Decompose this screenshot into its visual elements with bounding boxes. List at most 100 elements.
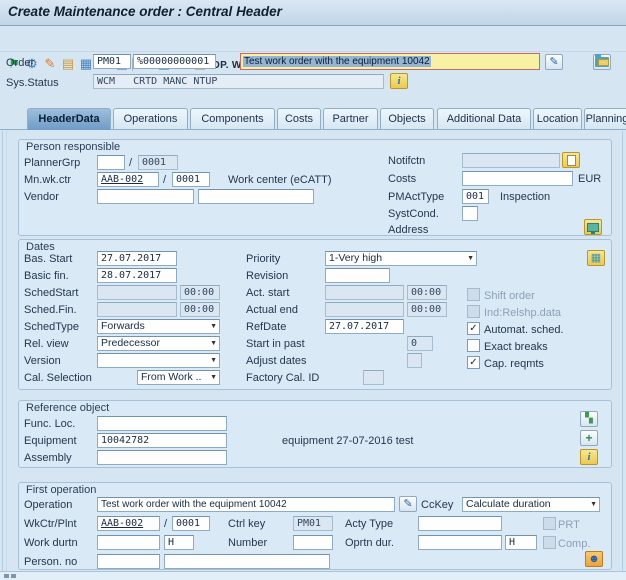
person-no-name-input[interactable] [164,554,330,569]
pm-act-type-label: PMActType [388,191,444,203]
vendor-input[interactable] [97,189,194,204]
cc-key-label: CcKey [421,499,453,511]
work-duration-input[interactable] [97,535,160,550]
sched-type-value: Forwards [101,320,145,332]
calculator-icon[interactable]: ▦ [78,56,94,72]
edit-longtext-button[interactable]: ✎ [545,54,563,70]
op-work-center-input[interactable]: AAB-002 [97,516,160,531]
dropdown-arrow-icon: ▼ [210,374,217,382]
order-description-field[interactable]: Test work order with the equipment 10042 [240,53,540,70]
costs-label: Costs [388,173,416,185]
sched-start-time-input[interactable]: 00:00 [180,285,220,300]
cc-key-select[interactable]: Calculate duration ▼ [462,497,600,512]
ref-date-input[interactable]: 27.07.2017 [325,319,404,334]
status-info-icon: i [397,76,400,86]
main-work-center-input[interactable]: AAB-002 [97,172,159,187]
planner-grp-group-field[interactable]: 0001 [138,155,178,170]
equipment-label: Equipment [24,435,77,447]
work-duration-unit-input[interactable]: H [164,535,194,550]
new-document-icon [567,155,576,166]
revision-input[interactable] [325,268,390,283]
cal-selection-label: Cal. Selection [24,372,92,384]
order-label: Order [6,57,34,69]
bottom-strip [0,571,626,580]
notification-input[interactable] [462,153,560,168]
priority-select[interactable]: 1-Very high ▼ [325,251,477,266]
cal-selection-select[interactable]: From Work .. ▼ [137,370,220,385]
prt-label: PRT [558,519,580,531]
equipment-info-button[interactable]: i [580,449,598,465]
sched-finish-input[interactable] [97,302,177,317]
tab-objects[interactable]: Objects [380,108,434,129]
actual-end-input[interactable] [325,302,404,317]
separator-slash: / [129,157,132,169]
costs-input[interactable] [462,171,573,186]
hr-person-icon: ☻ [588,554,600,564]
shift-order-checkbox[interactable] [467,288,480,301]
rel-view-select[interactable]: Predecessor ▼ [97,336,220,351]
prt-checkbox[interactable] [543,517,556,530]
tab-components[interactable]: Components [190,108,275,129]
application-toolbar: ⚑ ⚙ ✎ ▤ ▦ ⚙ ◧ ✦ ▣ ✎ ▤ OP. WORK PERMITS [0,26,626,52]
tab-operations[interactable]: Operations [113,108,188,129]
oprtn-dur-unit-input[interactable]: H [505,535,537,550]
vendor-name-input[interactable] [198,189,314,204]
work-center-description: Work center (eCATT) [228,174,332,186]
calendar-button[interactable]: ▦ [587,250,605,266]
automat-sched-checkbox[interactable] [467,322,480,335]
oprtn-dur-input[interactable] [418,535,502,550]
schedule-pencil-icon[interactable]: ✎ [42,56,58,72]
actual-start-time-input[interactable]: 00:00 [407,285,447,300]
exact-breaks-checkbox[interactable] [467,339,480,352]
tab-headerdata[interactable]: HeaderData [27,108,111,130]
acty-type-input[interactable] [418,516,502,531]
structure-button[interactable]: + [580,430,598,446]
operation-input[interactable]: Test work order with the equipment 10042 [97,497,395,512]
comp-checkbox[interactable] [543,536,556,549]
worklist-icon[interactable]: ▤ [60,56,76,72]
actual-end-time-input[interactable]: 00:00 [407,302,447,317]
ctrl-key-input[interactable]: PM01 [293,516,333,531]
person-no-input[interactable] [97,554,160,569]
hierarchy-button[interactable]: ▚ [580,411,598,427]
tab-costs[interactable]: Costs [277,108,321,129]
adjust-dates-input[interactable] [407,353,422,368]
main-work-center-plant-input[interactable]: 0001 [172,172,210,187]
address-button[interactable] [584,219,602,235]
ind-relshp-data-checkbox[interactable] [467,305,480,318]
create-notification-button[interactable] [562,152,580,168]
sys-status-field[interactable]: WCM CRTD MANC NTUP [93,74,384,89]
tab-partner[interactable]: Partner [323,108,378,129]
tab-planning[interactable]: Planning [584,108,626,129]
address-label: Address [388,224,428,236]
start-in-past-input[interactable]: 0 [407,336,433,351]
main-work-center-label: Mn.wk.ctr [24,174,71,186]
order-type-field[interactable]: PM01 [93,54,131,69]
documents-button[interactable] [593,54,611,70]
func-loc-input[interactable] [97,416,227,431]
order-number-field[interactable]: %00000000001 [133,54,216,69]
equipment-input[interactable]: 10042782 [97,433,227,448]
actual-start-input[interactable] [325,285,404,300]
sched-start-input[interactable] [97,285,177,300]
tab-location[interactable]: Location [533,108,582,129]
factory-cal-id-input[interactable] [363,370,384,385]
planner-grp-input[interactable] [97,155,125,170]
basic-start-input[interactable]: 27.07.2017 [97,251,177,266]
basic-finish-input[interactable]: 28.07.2017 [97,268,177,283]
tab-additional-data[interactable]: Additional Data [437,108,531,129]
assembly-input[interactable] [97,450,227,465]
cap-reqmts-checkbox[interactable] [467,356,480,369]
selected-text: Test work order with the equipment 10042 [243,56,431,67]
address-monitor-icon [587,223,599,232]
syst-cond-input[interactable] [462,206,478,221]
status-info-button[interactable]: i [390,73,408,89]
hr-master-button[interactable]: ☻ [585,551,603,567]
operation-longtext-button[interactable]: ✎ [399,496,417,512]
version-select[interactable]: ▼ [97,353,220,368]
sched-finish-time-input[interactable]: 00:00 [180,302,220,317]
pm-act-type-input[interactable]: 001 [462,189,489,204]
number-input[interactable] [293,535,333,550]
op-plant-input[interactable]: 0001 [172,516,210,531]
sched-type-select[interactable]: Forwards ▼ [97,319,220,334]
